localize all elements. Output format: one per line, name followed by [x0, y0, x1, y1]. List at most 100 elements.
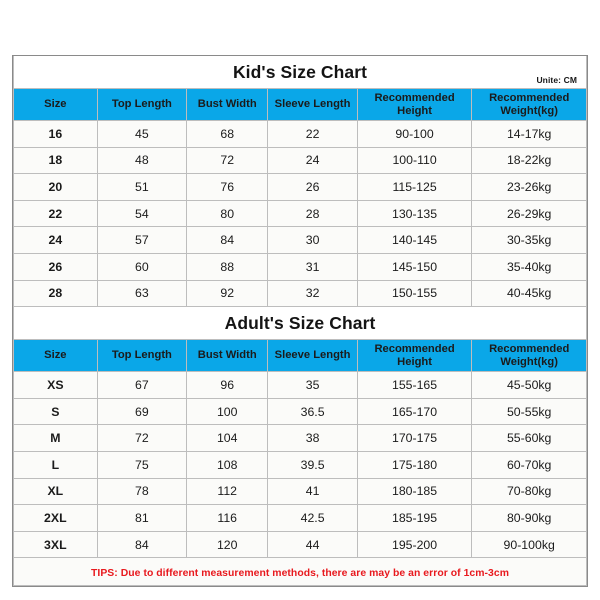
column-header-bust-width: Bust Width: [186, 339, 269, 373]
cell-size: 22: [13, 199, 98, 228]
cell-size: L: [13, 450, 98, 479]
cell-top-length: 57: [96, 226, 188, 254]
column-header-recommended-weight: Recommended Weight(kg): [471, 339, 587, 373]
tips-text: TIPS: Due to different measurement metho…: [90, 567, 509, 579]
cell-top-length: 69: [96, 397, 188, 426]
column-header-size-line1: Size: [44, 349, 67, 362]
cell-recommended-height: 195-200: [356, 530, 473, 559]
cell-size: XL: [13, 477, 98, 506]
kids-title-cell: Kid's Size Chart Unite: CM: [13, 56, 587, 89]
table-row: L 75 108 39.5 175-180 60-70kg: [13, 450, 587, 479]
column-header-bust-width-line1: Bust Width: [197, 349, 257, 362]
cell-recommended-height: 185-195: [356, 504, 473, 532]
cell-size: 24: [13, 226, 98, 254]
cell-size: 3XL: [13, 530, 98, 559]
cell-size: 16: [13, 120, 98, 148]
cell-recommended-weight: 60-70kg: [471, 450, 587, 479]
cell-size: 2XL: [13, 504, 98, 532]
cell-size: 26: [13, 252, 98, 281]
cell-bust-width: 100: [186, 397, 269, 426]
cell-recommended-weight: 35-40kg: [471, 252, 587, 281]
column-header-recommended-height-line1: Recommended: [374, 91, 455, 104]
cell-top-length: 72: [96, 424, 188, 452]
cell-recommended-height: 175-180: [356, 450, 473, 479]
cell-recommended-height: 115-125: [356, 173, 473, 201]
column-header-top-length-line1: Top Length: [111, 98, 172, 111]
table-row: XL 78 112 41 180-185 70-80kg: [13, 477, 587, 506]
cell-recommended-height: 170-175: [356, 424, 473, 452]
cell-top-length: 78: [96, 477, 188, 506]
table-row: 3XL 84 120 44 195-200 90-100kg: [13, 530, 587, 559]
cell-bust-width: 108: [186, 450, 269, 479]
cell-sleeve-length: 41: [267, 477, 358, 506]
table-row: 20 51 76 26 115-125 23-26kg: [13, 173, 587, 201]
cell-top-length: 60: [96, 252, 188, 281]
table-row: S 69 100 36.5 165-170 50-55kg: [13, 397, 587, 426]
adults-chart-title: Adult's Size Chart: [224, 313, 376, 334]
cell-recommended-weight: 18-22kg: [471, 146, 587, 175]
column-header-bust-width: Bust Width: [186, 88, 269, 121]
cell-sleeve-length: 28: [267, 199, 358, 228]
cell-sleeve-length: 32: [267, 279, 358, 308]
cell-sleeve-length: 36.5: [267, 397, 358, 426]
adults-header-row: Size Top Length Bust Width Sleeve Length…: [13, 339, 587, 373]
cell-size: 18: [13, 146, 98, 175]
cell-recommended-weight: 26-29kg: [471, 199, 587, 228]
cell-sleeve-length: 31: [267, 252, 358, 281]
cell-top-length: 75: [96, 450, 188, 479]
cell-size: 28: [13, 279, 98, 308]
table-row: 16 45 68 22 90-100 14-17kg: [13, 120, 587, 148]
cell-top-length: 51: [96, 173, 188, 201]
cell-sleeve-length: 24: [267, 146, 358, 175]
cell-sleeve-length: 22: [267, 120, 358, 148]
cell-size: XS: [13, 371, 98, 399]
cell-top-length: 48: [96, 146, 188, 175]
cell-bust-width: 88: [186, 252, 269, 281]
cell-recommended-height: 90-100: [356, 120, 473, 148]
cell-recommended-height: 100-110: [356, 146, 473, 175]
cell-top-length: 84: [96, 530, 188, 559]
column-header-size-line1: Size: [44, 98, 67, 111]
column-header-recommended-weight-line2: Weight(kg): [500, 104, 558, 117]
size-chart-frame: Kid's Size Chart Unite: CM Size Top Leng…: [12, 55, 588, 588]
cell-bust-width: 112: [186, 477, 269, 506]
kids-header-row: Size Top Length Bust Width Sleeve Length…: [13, 88, 587, 121]
cell-sleeve-length: 44: [267, 530, 358, 559]
table-row: 18 48 72 24 100-110 18-22kg: [13, 146, 587, 175]
cell-bust-width: 80: [186, 199, 269, 228]
column-header-sleeve-length: Sleeve Length: [267, 88, 358, 121]
column-header-recommended-height-line2: Height: [397, 355, 432, 368]
cell-sleeve-length: 35: [267, 371, 358, 399]
column-header-recommended-height: Recommended Height: [356, 339, 473, 373]
column-header-recommended-weight-line1: Recommended: [489, 343, 570, 356]
table-row: 28 63 92 32 150-155 40-45kg: [13, 279, 587, 308]
cell-bust-width: 92: [186, 279, 269, 308]
adults-title-row: Adult's Size Chart: [13, 306, 587, 341]
tips-row: TIPS: Due to different measurement metho…: [13, 557, 587, 587]
cell-sleeve-length: 39.5: [267, 450, 358, 479]
cell-recommended-height: 155-165: [356, 371, 473, 399]
cell-sleeve-length: 26: [267, 173, 358, 201]
cell-bust-width: 68: [186, 120, 269, 148]
cell-recommended-weight: 50-55kg: [471, 397, 587, 426]
column-header-top-length-line1: Top Length: [111, 349, 172, 362]
cell-recommended-weight: 30-35kg: [471, 226, 587, 254]
cell-bust-width: 120: [186, 530, 269, 559]
table-row: 24 57 84 30 140-145 30-35kg: [13, 226, 587, 254]
cell-recommended-height: 180-185: [356, 477, 473, 506]
cell-size: 20: [13, 173, 98, 201]
column-header-size: Size: [13, 88, 98, 121]
column-header-recommended-height-line2: Height: [397, 104, 432, 117]
column-header-size: Size: [13, 339, 98, 373]
cell-bust-width: 72: [186, 146, 269, 175]
table-row: 26 60 88 31 145-150 35-40kg: [13, 252, 587, 281]
cell-recommended-height: 140-145: [356, 226, 473, 254]
cell-recommended-weight: 40-45kg: [471, 279, 587, 308]
cell-top-length: 45: [96, 120, 188, 148]
cell-recommended-weight: 14-17kg: [471, 120, 587, 148]
cell-size: M: [13, 424, 98, 452]
column-header-recommended-weight-line1: Recommended: [489, 91, 570, 104]
cell-sleeve-length: 38: [267, 424, 358, 452]
cell-recommended-height: 165-170: [356, 397, 473, 426]
cell-top-length: 81: [96, 504, 188, 532]
